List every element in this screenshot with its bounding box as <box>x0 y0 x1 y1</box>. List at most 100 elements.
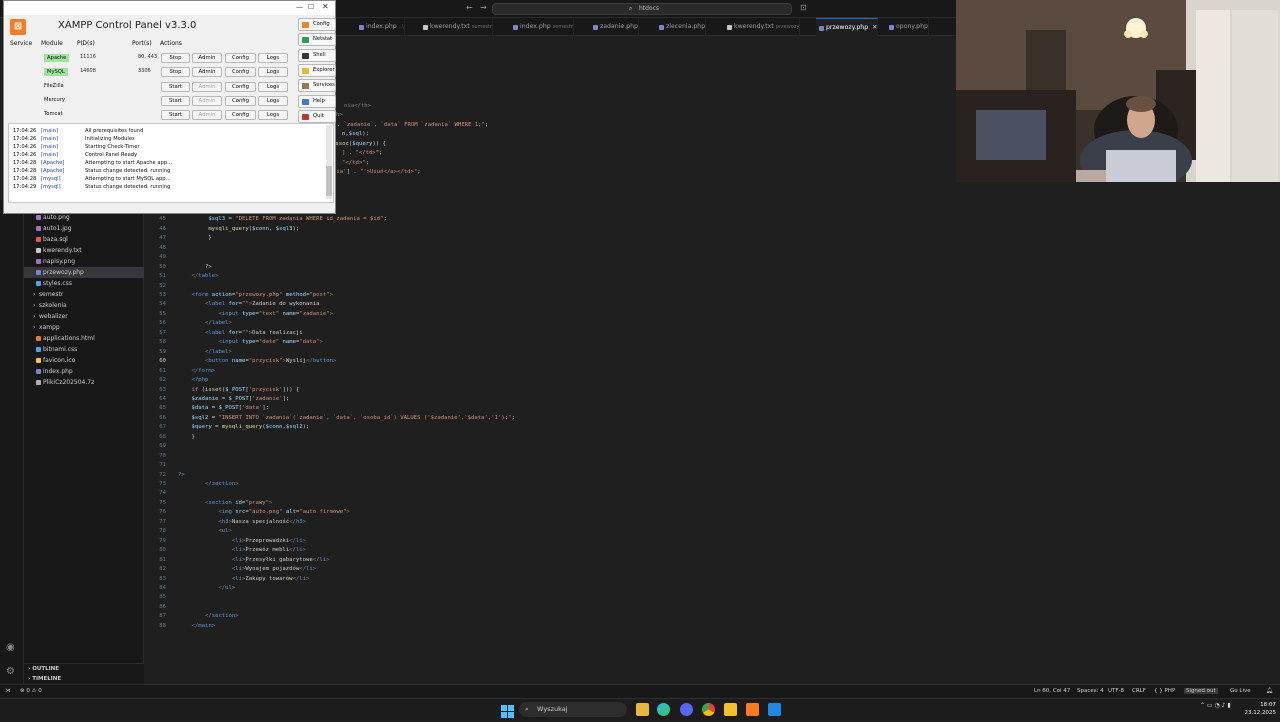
indentation[interactable]: Spaces: 4 <box>1077 688 1104 694</box>
editor-tab[interactable]: kwerendy.txt semestr <box>420 18 494 36</box>
editor-tab[interactable]: opony.php <box>886 18 929 36</box>
encoding[interactable]: UTF-8 <box>1108 688 1124 694</box>
start-button[interactable]: Start <box>161 110 190 121</box>
code-line[interactable]: </ul> <box>178 585 235 591</box>
code-line[interactable]: <h3>Nasza specjalność</h3> <box>178 519 306 525</box>
code-line[interactable]: nia</th> <box>344 103 371 109</box>
close-tab-icon[interactable]: ✕ <box>872 24 877 31</box>
code-line[interactable]: } <box>178 434 194 440</box>
remote-icon[interactable]: ⋊ <box>5 688 11 694</box>
code-line[interactable]: <form action="przewozy.php" method="post… <box>178 292 333 298</box>
code-line[interactable]: <li>Przesyłki gabarytowe</li> <box>178 557 330 563</box>
logs-button[interactable]: Logs <box>258 95 288 106</box>
code-line[interactable]: assoc($query)) { <box>332 141 386 147</box>
editor-tab[interactable]: index.php semestr <box>510 18 574 36</box>
explorer-file[interactable]: bitnami.css <box>24 344 144 355</box>
explorer-file[interactable]: favicon.ico <box>24 355 144 366</box>
language-mode[interactable]: { } PHP <box>1154 688 1175 694</box>
help-button[interactable]: Help <box>298 94 336 108</box>
config-button[interactable]: Config <box>225 53 256 63</box>
code-line[interactable]: <section id="prawy"> <box>178 500 272 506</box>
code-line[interactable]: ?> <box>178 472 185 478</box>
code-line[interactable]: </label> <box>178 349 232 355</box>
explorer-button[interactable]: Explorer <box>298 63 336 77</box>
editor-tab[interactable]: zlecenia.php <box>656 18 707 36</box>
code-line[interactable]: </label> <box>178 320 232 326</box>
logs-button[interactable]: Logs <box>258 81 288 92</box>
config-button[interactable]: Config <box>225 95 256 106</box>
chrome-icon[interactable] <box>702 703 715 716</box>
line-endings[interactable]: CRLF <box>1132 688 1146 694</box>
log-scrollbar-thumb[interactable] <box>326 166 332 196</box>
code-line[interactable]: <input type="text" name="zadanie"> <box>178 311 333 317</box>
xampp-log-panel[interactable]: 17:04:26 [main] All prerequisites found 17:… <box>8 123 334 203</box>
logs-button[interactable]: Logs <box>258 53 288 63</box>
code-line[interactable]: } <box>178 235 211 241</box>
maximize-icon[interactable]: ☐ <box>308 3 314 11</box>
editor-tab[interactable]: kwerendy.txt przewozy <box>724 18 801 36</box>
code-line[interactable]: if (isset($_POST['przycisk'])) { <box>178 387 299 393</box>
explorer-folder[interactable]: › szkolenia <box>24 300 144 311</box>
code-line[interactable]: $sql2 = "INSERT INTO `zadania`(`zadanie`… <box>178 415 514 421</box>
start-button[interactable]: Start <box>161 95 190 106</box>
config-button[interactable]: Config <box>298 18 336 31</box>
config-button[interactable]: Config <box>225 67 256 78</box>
explorer-file[interactable]: PlikiCz202504.7z <box>24 377 144 388</box>
notifications-bell-icon[interactable]: 🔔︎ <box>1266 688 1273 694</box>
explorer-file[interactable]: napisy.png <box>24 256 144 267</box>
copilot-icon[interactable]: ⊡ <box>800 3 807 12</box>
code-line[interactable]: <label for="">Zadanie do wykonania <box>178 301 320 307</box>
code-line[interactable]: <li>Zakupy towarów</li> <box>178 576 310 582</box>
discord-icon[interactable] <box>680 703 693 716</box>
code-line[interactable]: <input type="date" name="data"> <box>178 339 323 345</box>
netstat-button[interactable]: Netstat <box>298 33 336 47</box>
explorer-file[interactable]: przewozy.php <box>24 267 144 278</box>
back-arrow-icon[interactable]: ← <box>466 3 473 12</box>
code-line[interactable]: mysqli_query($conn, $sql3); <box>178 226 299 232</box>
shell-button[interactable]: Shell <box>298 48 336 62</box>
command-center-search[interactable]: ⌕ htdocs <box>492 3 792 15</box>
code-line[interactable]: e`, `zadanie`, `data` FROM `zadania` WHE… <box>330 122 488 128</box>
taskbar-clock[interactable]: 18:07 23.12.2025 <box>1232 701 1277 717</box>
outline-section[interactable]: › OUTLINE <box>28 666 59 672</box>
explorer-folder[interactable]: › semestr <box>24 289 144 300</box>
explorer-folder[interactable]: › xampp <box>24 322 144 333</box>
sticky-notes-icon[interactable] <box>724 703 737 716</box>
go-live-button[interactable]: Go Live <box>1230 688 1251 694</box>
code-line[interactable]: $sql3 = "DELETE FROM zadania WHERE id_za… <box>178 216 387 222</box>
config-button[interactable]: Config <box>225 81 256 92</box>
problems-indicator[interactable]: ⊗ 0 ⚠ 0 <box>20 688 42 694</box>
explorer-folder[interactable]: › webalizer <box>24 311 144 322</box>
logs-button[interactable]: Logs <box>258 110 288 121</box>
admin-button[interactable]: Admin <box>192 53 222 63</box>
code-line[interactable]: h> <box>336 112 343 118</box>
taskbar-search[interactable]: ⌕ Wyszukaj <box>519 702 627 717</box>
quit-button[interactable]: Quit <box>298 109 336 123</box>
code-line[interactable]: n,$sql); <box>342 131 369 137</box>
start-button[interactable]: Start <box>161 81 190 92</box>
code-line[interactable]: "</td>"; <box>342 160 369 166</box>
vscode-taskbar-icon[interactable] <box>768 703 781 716</box>
explorer-file[interactable]: index.php <box>24 366 144 377</box>
code-line[interactable]: <label for="">Data realizacji <box>178 330 303 336</box>
stop-button[interactable]: Stop <box>161 67 190 78</box>
file-explorer-icon[interactable] <box>636 703 649 716</box>
editor-tab[interactable]: przewozy.php ✕ <box>816 18 879 36</box>
editor-tab[interactable]: zadanie.php <box>590 18 639 36</box>
timeline-section[interactable]: › TIMELINE <box>28 676 61 682</box>
code-line[interactable]: <ul> <box>178 528 232 534</box>
code-line[interactable]: <img src="auto.png" alt="auto firmowe"> <box>178 509 349 515</box>
forward-arrow-icon[interactable]: → <box>480 3 487 12</box>
account-status[interactable]: Signed out <box>1184 688 1218 694</box>
config-button[interactable]: Config <box>225 110 256 121</box>
admin-button[interactable]: Admin <box>192 67 222 78</box>
stop-button[interactable]: Stop <box>161 53 190 63</box>
system-tray[interactable]: ⌃ ▭ ◔ ♪ ▮ <box>1200 702 1231 709</box>
cursor-position[interactable]: Ln 60, Col 47 <box>1034 688 1070 694</box>
code-line[interactable]: <li>Przewóz mebli</li> <box>178 547 306 553</box>
code-line[interactable]: </section> <box>178 481 239 487</box>
settings-gear-icon[interactable]: ⚙ <box>6 666 15 677</box>
code-line[interactable]: <li>Wynajem pojazdów</li> <box>178 566 316 572</box>
code-line[interactable]: $data = $_POST['data']; <box>178 405 269 411</box>
code-line[interactable]: ?> <box>178 264 212 270</box>
